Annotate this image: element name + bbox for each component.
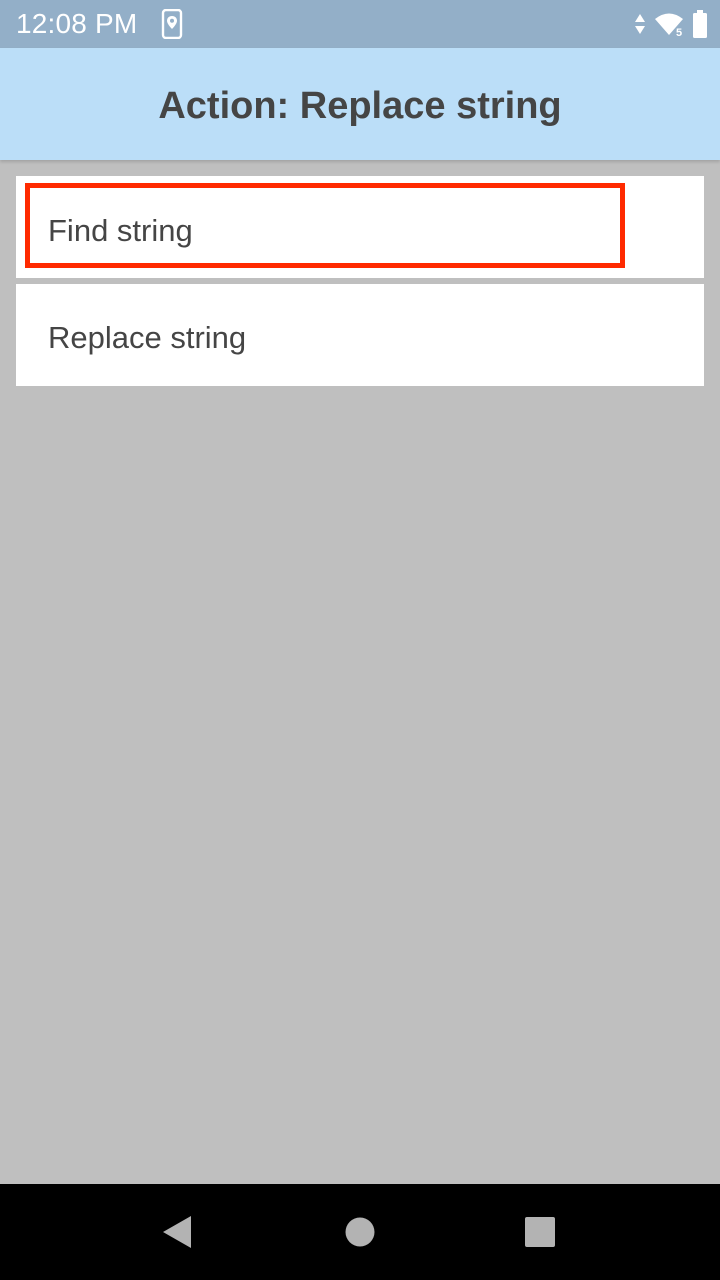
navigation-bar (0, 1184, 720, 1280)
data-arrows-icon (635, 14, 645, 34)
back-button[interactable] (130, 1184, 226, 1280)
wifi-badge: 5 (676, 27, 682, 37)
page-title: Action: Replace string (158, 85, 562, 127)
wifi-icon: 5 (655, 13, 683, 37)
status-bar: 12:08 PM 5 (0, 0, 720, 48)
home-icon (345, 1217, 375, 1247)
battery-icon (693, 10, 707, 38)
status-icons: 5 (634, 10, 708, 38)
location-icon (161, 9, 183, 39)
back-icon (163, 1216, 191, 1248)
list-item-find-string[interactable]: Find string (16, 176, 704, 278)
recents-icon (525, 1217, 555, 1247)
status-time: 12:08 PM (16, 8, 138, 39)
recents-button[interactable] (492, 1184, 588, 1280)
home-button[interactable] (312, 1184, 408, 1280)
list-item-label: Find string (48, 213, 193, 248)
app-bar: Action: Replace string (0, 48, 720, 160)
list-item-label: Replace string (48, 320, 247, 355)
list-item-replace-string[interactable]: Replace string (16, 284, 704, 386)
